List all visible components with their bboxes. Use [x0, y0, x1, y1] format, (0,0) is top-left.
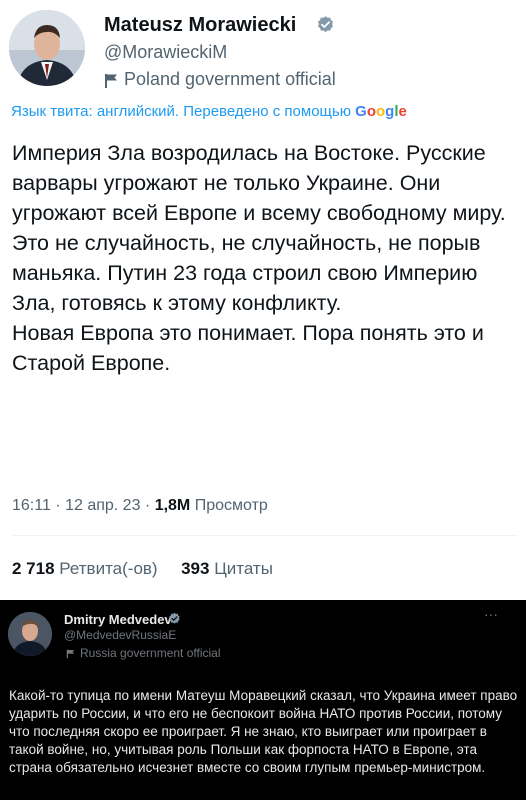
tweet-stats: 2 718 Ретвита(-ов) 393 Цитаты: [12, 559, 273, 579]
author-handle[interactable]: @MorawieckiM: [104, 42, 227, 63]
quotes-count[interactable]: 393: [181, 559, 209, 578]
avatar[interactable]: [9, 10, 85, 86]
medvedev-tweet: Dmitry Medvedev @MedvedevRussiaE Russia …: [0, 600, 526, 800]
tweet-paragraph-2: Новая Европа это понимает. Пора понять э…: [12, 321, 484, 375]
views-count: 1,8M: [154, 497, 191, 514]
timestamp[interactable]: 16:11 · 12 апр. 23 ·: [12, 497, 150, 514]
author-handle[interactable]: @MedvedevRussiaE: [64, 628, 176, 642]
more-icon[interactable]: ···: [484, 606, 498, 622]
translation-note[interactable]: Язык твита: английский. Переведено с пом…: [11, 103, 407, 120]
affiliation-text: Russia government official: [80, 646, 221, 660]
retweets-label[interactable]: Ретвита(-ов): [59, 559, 157, 578]
affiliation-text: Poland government official: [124, 69, 336, 89]
verified-badge-icon: [169, 612, 180, 624]
google-brand: Google: [355, 103, 407, 120]
divider: [12, 535, 517, 536]
affiliation-label: Poland government official: [104, 69, 336, 90]
morawiecki-tweet: Mateusz Morawiecki @MorawieckiM Poland g…: [0, 0, 526, 600]
tweet-paragraph-1: Империя Зла возродилась на Востоке. Русс…: [12, 141, 506, 315]
author-name[interactable]: Dmitry Medvedev: [64, 612, 172, 627]
retweets-count[interactable]: 2 718: [12, 559, 55, 578]
author-name[interactable]: Mateusz Morawiecki: [104, 14, 296, 37]
tweet-meta: 16:11 · 12 апр. 23 · 1,8M Просмотр: [12, 497, 268, 515]
quotes-label[interactable]: Цитаты: [214, 559, 273, 578]
tweet-body: Какой-то тупица по имени Матеуш Моравецк…: [9, 688, 518, 775]
tweet-body: Империя Зла возродилась на Востоке. Русс…: [12, 138, 517, 378]
translation-text: Язык твита: английский. Переведено с пом…: [11, 103, 351, 120]
views-label: Просмотр: [194, 497, 268, 514]
avatar[interactable]: [8, 612, 52, 656]
flag-icon: [66, 649, 75, 659]
verified-badge-icon: [317, 16, 334, 33]
